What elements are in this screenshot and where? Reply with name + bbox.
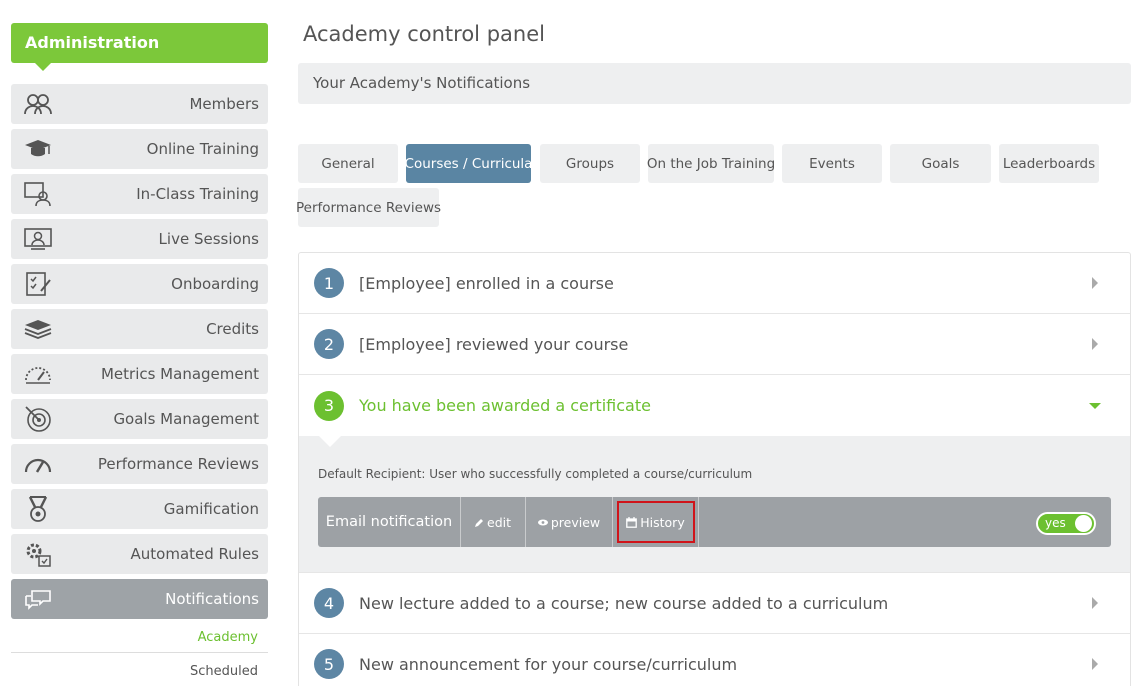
sidebar-item-label: Metrics Management [100,365,259,383]
email-notification-bar: Email notification edit preview History … [318,497,1111,547]
pencil-icon [475,518,484,527]
eye-icon [537,519,548,526]
notifications-list: 1 [Employee] enrolled in a course 2 [Emp… [298,252,1131,686]
sidebar-item-metrics-management[interactable]: Metrics Management [11,354,268,394]
sidebar-item-label: Automated Rules [130,545,260,563]
medal-icon [23,495,53,523]
number-badge: 2 [314,329,344,359]
checklist-icon [23,270,53,298]
graduation-cap-icon [23,135,53,163]
chevron-right-icon [1080,597,1110,609]
page-title: Academy control panel [303,22,545,46]
chat-bubbles-icon [23,585,53,613]
divider [11,652,268,653]
tab-goals[interactable]: Goals [890,144,991,183]
sidebar-item-members[interactable]: Members [11,84,268,124]
chevron-right-icon [1080,658,1110,670]
sidebar-item-live-sessions[interactable]: Live Sessions [11,219,268,259]
sidebar-item-notifications[interactable]: Notifications [11,579,268,619]
number-badge: 3 [314,390,344,421]
submenu-item-academy[interactable]: Academy [198,630,258,645]
gauge-icon [23,360,53,388]
default-recipient: Default Recipient: User who successfully… [318,467,753,481]
notification-row-1[interactable]: 1 [Employee] enrolled in a course [299,253,1130,314]
speedometer-icon [23,450,53,478]
notifications-submenu: Academy Scheduled [11,624,268,686]
notification-row-5[interactable]: 5 New announcement for your course/curri… [299,634,1130,686]
section-header: Your Academy's Notifications [298,63,1131,104]
email-notification-label: Email notification [318,497,461,547]
sidebar-item-in-class-training[interactable]: In-Class Training [11,174,268,214]
tab-general[interactable]: General [298,144,398,183]
chevron-right-icon [1080,338,1110,350]
tab-groups[interactable]: Groups [540,144,640,183]
notification-row-3[interactable]: 3 You have been awarded a certificate [299,375,1130,436]
number-badge: 5 [314,649,344,679]
sidebar-item-label: Live Sessions [158,230,259,248]
edit-button[interactable]: edit [461,497,526,547]
tab-courses-curricula[interactable]: Courses / Curricula [405,144,532,183]
target-icon [23,405,53,433]
sidebar-item-onboarding[interactable]: Onboarding [11,264,268,304]
sidebar-item-online-training[interactable]: Online Training [11,129,268,169]
sidebar-item-label: Performance Reviews [97,455,259,473]
enabled-toggle[interactable]: yes [1036,512,1096,535]
administration-header: Administration [11,23,268,71]
layers-icon [23,315,53,343]
submenu-item-scheduled[interactable]: Scheduled [190,664,258,679]
sidebar-item-label: Members [189,95,259,113]
sidebar-item-label: Notifications [165,590,259,608]
members-icon [23,90,53,118]
highlight-box [617,501,695,543]
sidebar-item-label: Onboarding [171,275,259,293]
sidebar-item-label: Online Training [146,140,259,158]
tab-performance-reviews[interactable]: Performance Reviews [296,188,441,227]
tab-events[interactable]: Events [782,144,882,183]
sidebar-item-label: In-Class Training [136,185,259,203]
sidebar-item-performance-reviews[interactable]: Performance Reviews [11,444,268,484]
sidebar-item-label: Gamification [163,500,259,518]
sidebar-item-gamification[interactable]: Gamification [11,489,268,529]
live-session-icon [23,225,53,253]
sidebar-item-label: Credits [206,320,259,338]
number-badge: 1 [314,268,344,298]
notification-title: You have been awarded a certificate [359,396,651,415]
tab-leaderboards[interactable]: Leaderboards [999,144,1099,183]
sidebar-item-goals-management[interactable]: Goals Management [11,399,268,439]
notification-row-4[interactable]: 4 New lecture added to a course; new cou… [299,573,1130,634]
classroom-icon [23,180,53,208]
number-badge: 4 [314,588,344,618]
notification-details: Default Recipient: User who successfully… [299,436,1130,573]
toggle-knob [1075,515,1092,532]
notification-title: [Employee] enrolled in a course [359,273,614,293]
gears-icon [23,540,53,568]
notification-title: New announcement for your course/curricu… [359,654,738,674]
tab-on-the-job-training[interactable]: On the Job Training [647,144,775,183]
notification-title: [Employee] reviewed your course [359,334,629,354]
chevron-right-icon [1080,277,1110,289]
sidebar-item-automated-rules[interactable]: Automated Rules [11,534,268,574]
chevron-down-icon [1080,402,1110,410]
sidebar-item-label: Goals Management [113,410,259,428]
sidebar-item-credits[interactable]: Credits [11,309,268,349]
notification-row-2[interactable]: 2 [Employee] reviewed your course [299,314,1130,375]
history-button[interactable]: History [613,497,699,547]
preview-button[interactable]: preview [526,497,613,547]
notification-title: New lecture added to a course; new cours… [359,593,889,613]
